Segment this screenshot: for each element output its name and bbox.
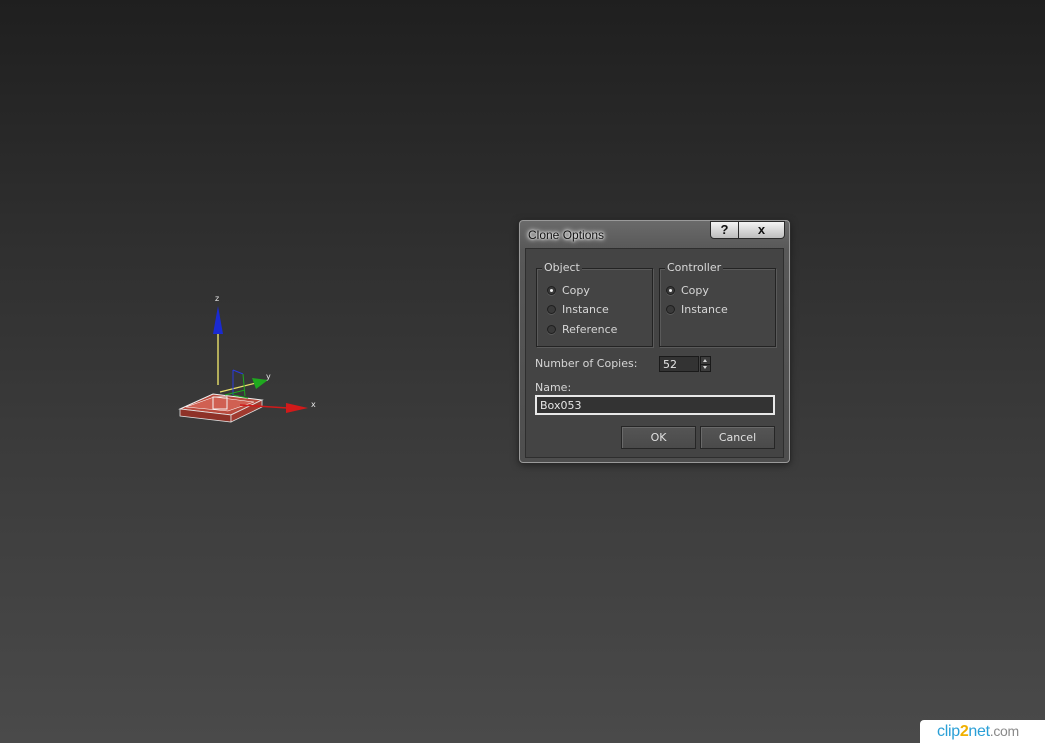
radio-unchecked-icon[interactable]	[547, 304, 556, 314]
help-button[interactable]: ?	[710, 221, 739, 239]
clone-options-dialog: Clone Options ? x Object Copy Instance R…	[519, 220, 790, 463]
spinner-down-arrow-icon[interactable]	[701, 364, 710, 372]
radio-checked-icon[interactable]	[547, 285, 556, 295]
object-instance-label: Instance	[562, 302, 609, 316]
object-group-title: Object	[542, 261, 582, 274]
z-axis[interactable]	[213, 306, 223, 385]
selected-box-object[interactable]	[178, 393, 264, 423]
watermark-part-clip: clip	[937, 723, 960, 740]
y-axis-label: y	[266, 372, 271, 381]
pivot-gizmo	[224, 369, 249, 399]
z-axis-label: z	[215, 294, 219, 303]
ok-button[interactable]: OK	[621, 426, 696, 449]
object-copy-label: Copy	[562, 283, 590, 297]
object-copy-radio[interactable]: Copy	[547, 283, 590, 297]
controller-group: Controller Copy Instance	[659, 262, 776, 347]
dialog-body: Object Copy Instance Reference Controlle…	[525, 248, 784, 458]
controller-instance-radio[interactable]: Instance	[666, 302, 728, 316]
close-button[interactable]: x	[738, 221, 785, 239]
dialog-title: Clone Options	[528, 228, 605, 242]
controller-copy-label: Copy	[681, 283, 709, 297]
watermark-part-net: net	[968, 723, 990, 740]
cancel-button[interactable]: Cancel	[700, 426, 775, 449]
controller-instance-label: Instance	[681, 302, 728, 316]
object-reference-radio[interactable]: Reference	[547, 322, 617, 336]
object-reference-label: Reference	[562, 322, 618, 336]
copies-spinner[interactable]	[700, 356, 711, 372]
name-input[interactable]	[535, 395, 775, 415]
radio-unchecked-icon[interactable]	[666, 304, 675, 314]
object-group: Object Copy Instance Reference	[536, 262, 653, 347]
number-of-copies-input[interactable]	[659, 356, 699, 372]
dialog-titlebar[interactable]: Clone Options ? x	[520, 221, 789, 247]
controller-group-title: Controller	[665, 261, 724, 274]
x-axis-label: x	[311, 400, 316, 409]
spinner-up-arrow-icon[interactable]	[701, 357, 710, 364]
object-instance-radio[interactable]: Instance	[547, 302, 609, 316]
watermark-logo: clip2net.com	[920, 720, 1045, 743]
radio-unchecked-icon[interactable]	[547, 324, 556, 334]
controller-copy-radio[interactable]: Copy	[666, 283, 709, 297]
number-of-copies-label: Number of Copies:	[535, 357, 638, 370]
name-label: Name:	[535, 381, 572, 394]
watermark-part-com: .com	[989, 723, 1019, 739]
radio-checked-icon[interactable]	[666, 285, 675, 295]
